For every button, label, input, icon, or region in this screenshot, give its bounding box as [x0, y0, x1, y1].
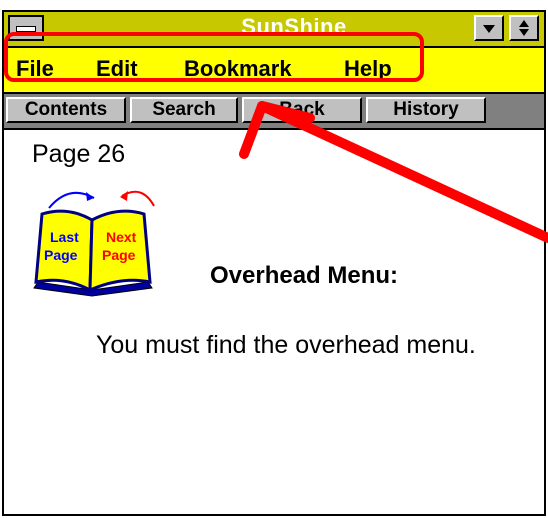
button-bar: Contents Search Back History — [4, 94, 544, 130]
book-right-line2: Page — [102, 247, 136, 263]
minimize-icon[interactable] — [474, 15, 504, 41]
menu-edit[interactable]: Edit — [96, 56, 138, 82]
menu-bookmark-label: Bookmark — [184, 56, 292, 81]
menu-help-label: Help — [344, 56, 392, 81]
section-heading: Overhead Menu: — [210, 262, 399, 289]
title-bar: SunShine — [4, 12, 544, 48]
search-button[interactable]: Search — [130, 97, 238, 123]
contents-button[interactable]: Contents — [6, 97, 126, 123]
page-number: Page 26 — [32, 140, 126, 168]
history-button[interactable]: History — [366, 97, 486, 123]
system-menu-icon[interactable] — [8, 15, 44, 41]
menu-help[interactable]: Help — [344, 56, 392, 82]
menu-bookmark[interactable]: Bookmark — [184, 56, 292, 82]
back-button[interactable]: Back — [242, 97, 362, 123]
menu-bar: File Edit Bookmark Help — [4, 48, 544, 94]
maximize-icon[interactable] — [509, 15, 539, 41]
content-area: Page 26 Last Page Next Page Overhead Men… — [4, 130, 544, 514]
menu-file-label: File — [16, 56, 54, 81]
book-left-line2: Page — [44, 247, 78, 263]
menu-file[interactable]: File — [16, 56, 54, 82]
body-text: You must find the overhead menu. — [96, 331, 476, 359]
book-icon[interactable]: Last Page Next Page — [24, 170, 164, 300]
help-window: SunShine File Edit Bookmark Help Content… — [2, 10, 546, 516]
window-title: SunShine — [241, 14, 347, 39]
book-left-line1: Last — [50, 229, 79, 245]
menu-edit-label: Edit — [96, 56, 138, 81]
book-right-line1: Next — [106, 229, 137, 245]
